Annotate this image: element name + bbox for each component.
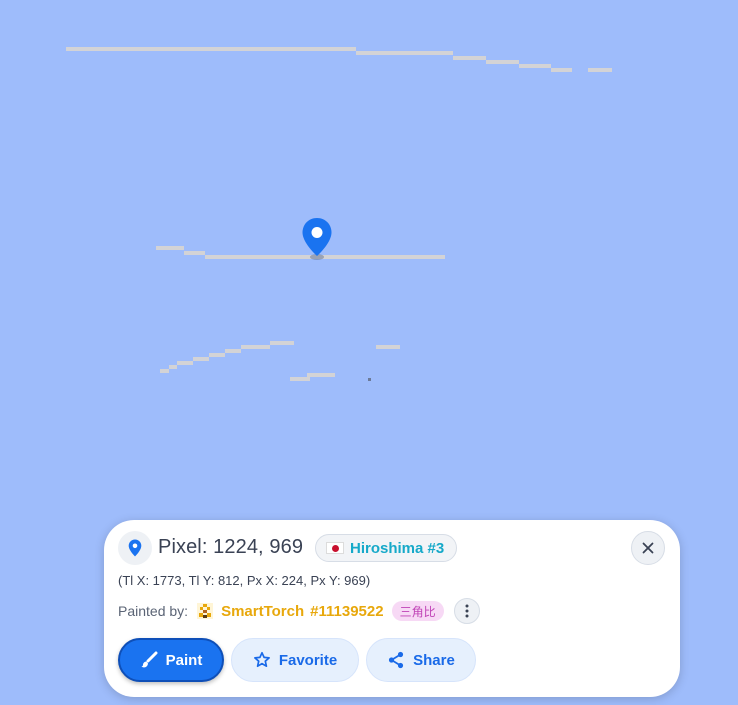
more-vertical-icon xyxy=(465,604,469,618)
tile-coordinates: (Tl X: 1773, Tl Y: 812, Px X: 224, Px Y:… xyxy=(118,573,371,588)
map-stroke xyxy=(160,369,169,373)
map-stroke xyxy=(307,373,335,377)
map-stroke xyxy=(184,251,205,255)
map-stroke xyxy=(66,47,356,51)
share-icon xyxy=(389,651,404,669)
japan-flag-icon xyxy=(326,542,344,554)
paint-button-label: Paint xyxy=(165,651,203,669)
map-stroke xyxy=(270,341,294,345)
painter-name-link[interactable]: SmartTorch xyxy=(221,603,304,620)
map-stroke xyxy=(551,68,572,72)
region-label: Hiroshima #3 xyxy=(350,539,445,557)
map-stroke xyxy=(169,365,177,369)
map-pin-icon xyxy=(128,539,142,557)
painted-by-label: Painted by: xyxy=(118,603,189,619)
region-badge[interactable]: Hiroshima #3 xyxy=(315,534,458,562)
map-stroke xyxy=(241,345,270,349)
map-pixel-dot xyxy=(368,378,371,381)
map-stroke xyxy=(225,349,241,353)
pixel-title: Pixel: 1224, 969 xyxy=(158,536,304,558)
painter-id: #11139522 xyxy=(310,602,384,620)
map-stroke xyxy=(588,68,612,72)
map-stroke xyxy=(193,357,209,361)
paint-brush-icon xyxy=(141,651,158,668)
star-icon xyxy=(253,651,270,668)
map-stroke xyxy=(290,377,310,381)
share-button[interactable]: Share xyxy=(366,638,476,682)
map-stroke xyxy=(156,246,184,250)
pixel-avatar-icon xyxy=(197,603,214,619)
map-stroke xyxy=(519,64,551,68)
share-button-label: Share xyxy=(413,651,455,669)
more-options-button[interactable] xyxy=(453,598,480,624)
painter-tag: 三角比 xyxy=(391,601,444,621)
map-stroke xyxy=(209,353,225,357)
paint-button[interactable]: Paint xyxy=(118,638,224,682)
painted-by-row: Painted by: SmartTorch #11139522 三角比 xyxy=(118,598,480,624)
close-icon xyxy=(642,542,654,554)
favorite-button-label: Favorite xyxy=(278,651,338,669)
pixel-info-card: Pixel: 1224, 969 Hiroshima #3 (Tl X: 177… xyxy=(104,520,680,697)
map-pin-icon[interactable] xyxy=(300,216,334,262)
favorite-button[interactable]: Favorite xyxy=(231,638,359,682)
location-pin-badge xyxy=(118,531,152,565)
map-stroke xyxy=(453,56,486,60)
map-stroke xyxy=(356,51,453,55)
map-stroke xyxy=(486,60,519,64)
map-stroke xyxy=(177,361,193,365)
map-stroke xyxy=(376,345,400,349)
close-button[interactable] xyxy=(631,531,665,565)
